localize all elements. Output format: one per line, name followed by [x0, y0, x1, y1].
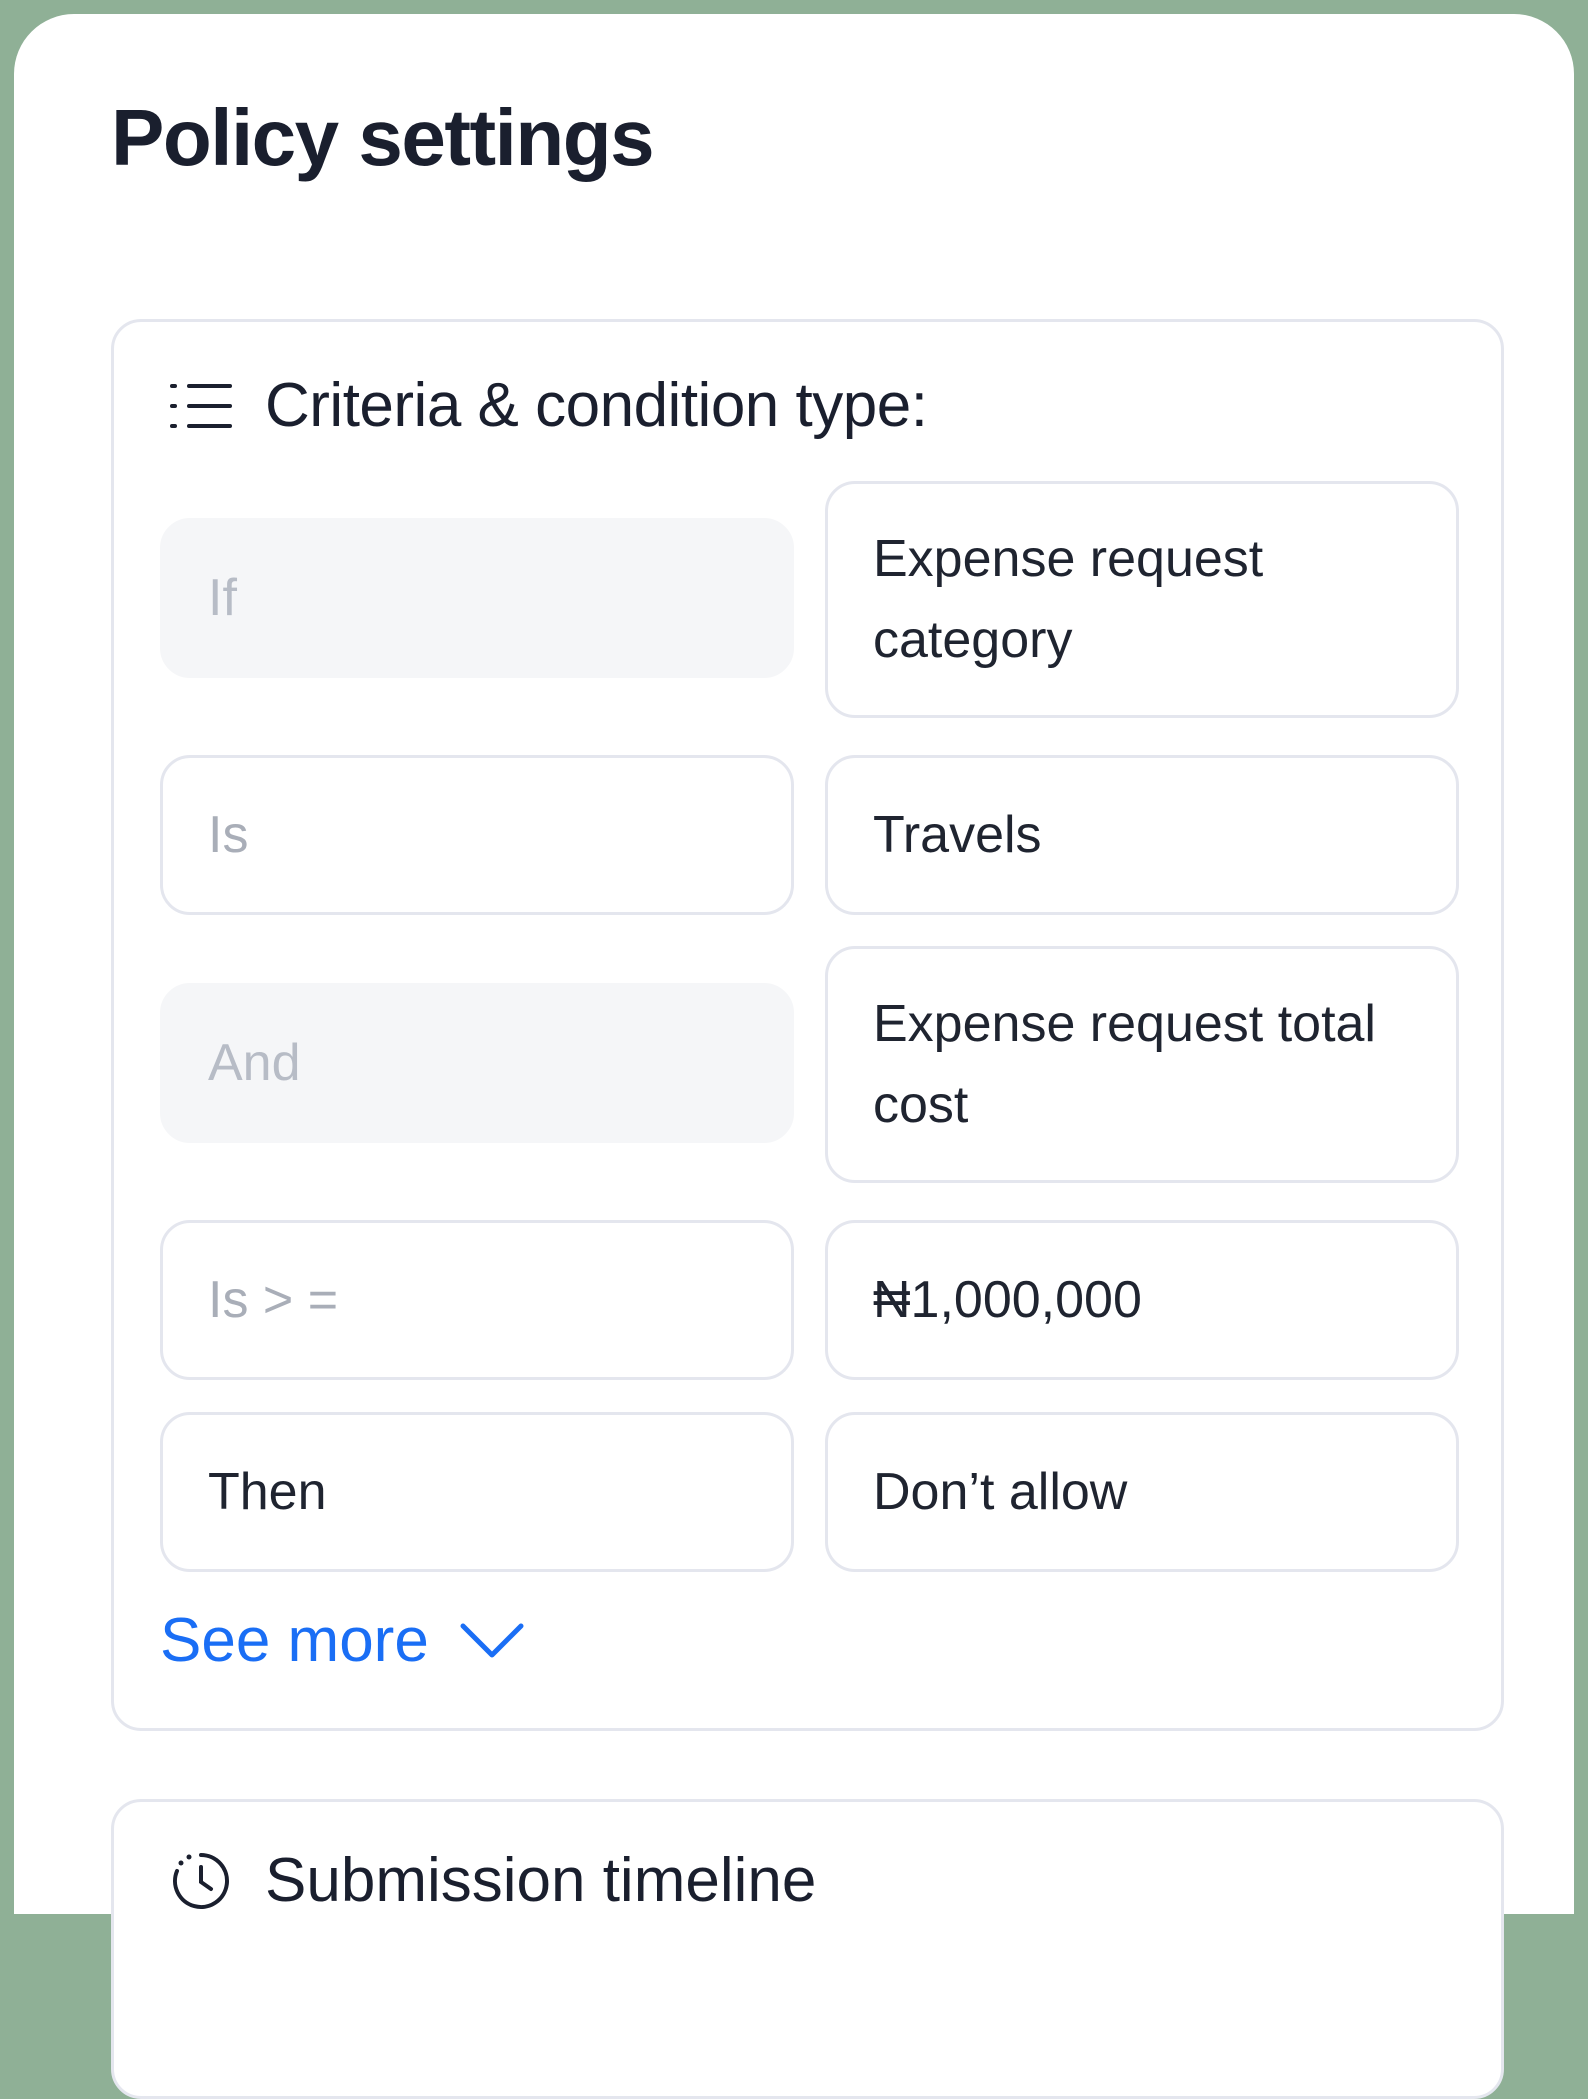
value-field-expense-request-total-cost[interactable]: Expense request total cost — [825, 946, 1459, 1183]
operator-field-then[interactable]: Then — [160, 1412, 794, 1572]
page-title: Policy settings — [111, 93, 655, 182]
value-field-dont-allow[interactable]: Don’t allow — [825, 1412, 1459, 1572]
policy-settings-panel: Policy settings Criteria & condition typ… — [14, 14, 1574, 2099]
criteria-card: Criteria & condition type: If Expense re… — [111, 319, 1504, 1731]
submission-timeline-card: Submission timeline — [111, 1799, 1504, 2099]
operator-field-greater-or-equal[interactable]: Is > = — [160, 1220, 794, 1380]
list-icon — [170, 384, 232, 429]
value-field-travels[interactable]: Travels — [825, 755, 1459, 915]
clock-icon — [173, 1853, 229, 1910]
value-field-amount[interactable]: ₦1,000,000 — [825, 1220, 1459, 1380]
see-more-label: See more — [160, 1606, 429, 1675]
submission-timeline-title: Submission timeline — [265, 1846, 817, 1915]
criteria-card-header: Criteria & condition type: — [169, 371, 928, 440]
submission-timeline-header: Submission timeline — [169, 1846, 817, 1915]
operator-field-is[interactable]: Is — [160, 755, 794, 915]
operator-field-and[interactable]: And — [160, 983, 794, 1143]
see-more-button[interactable]: See more — [160, 1606, 525, 1675]
criteria-card-title: Criteria & condition type: — [265, 371, 928, 440]
value-field-expense-request-category[interactable]: Expense request category — [825, 481, 1459, 718]
chevron-down-icon — [460, 1623, 524, 1658]
operator-field-if[interactable]: If — [160, 518, 794, 678]
